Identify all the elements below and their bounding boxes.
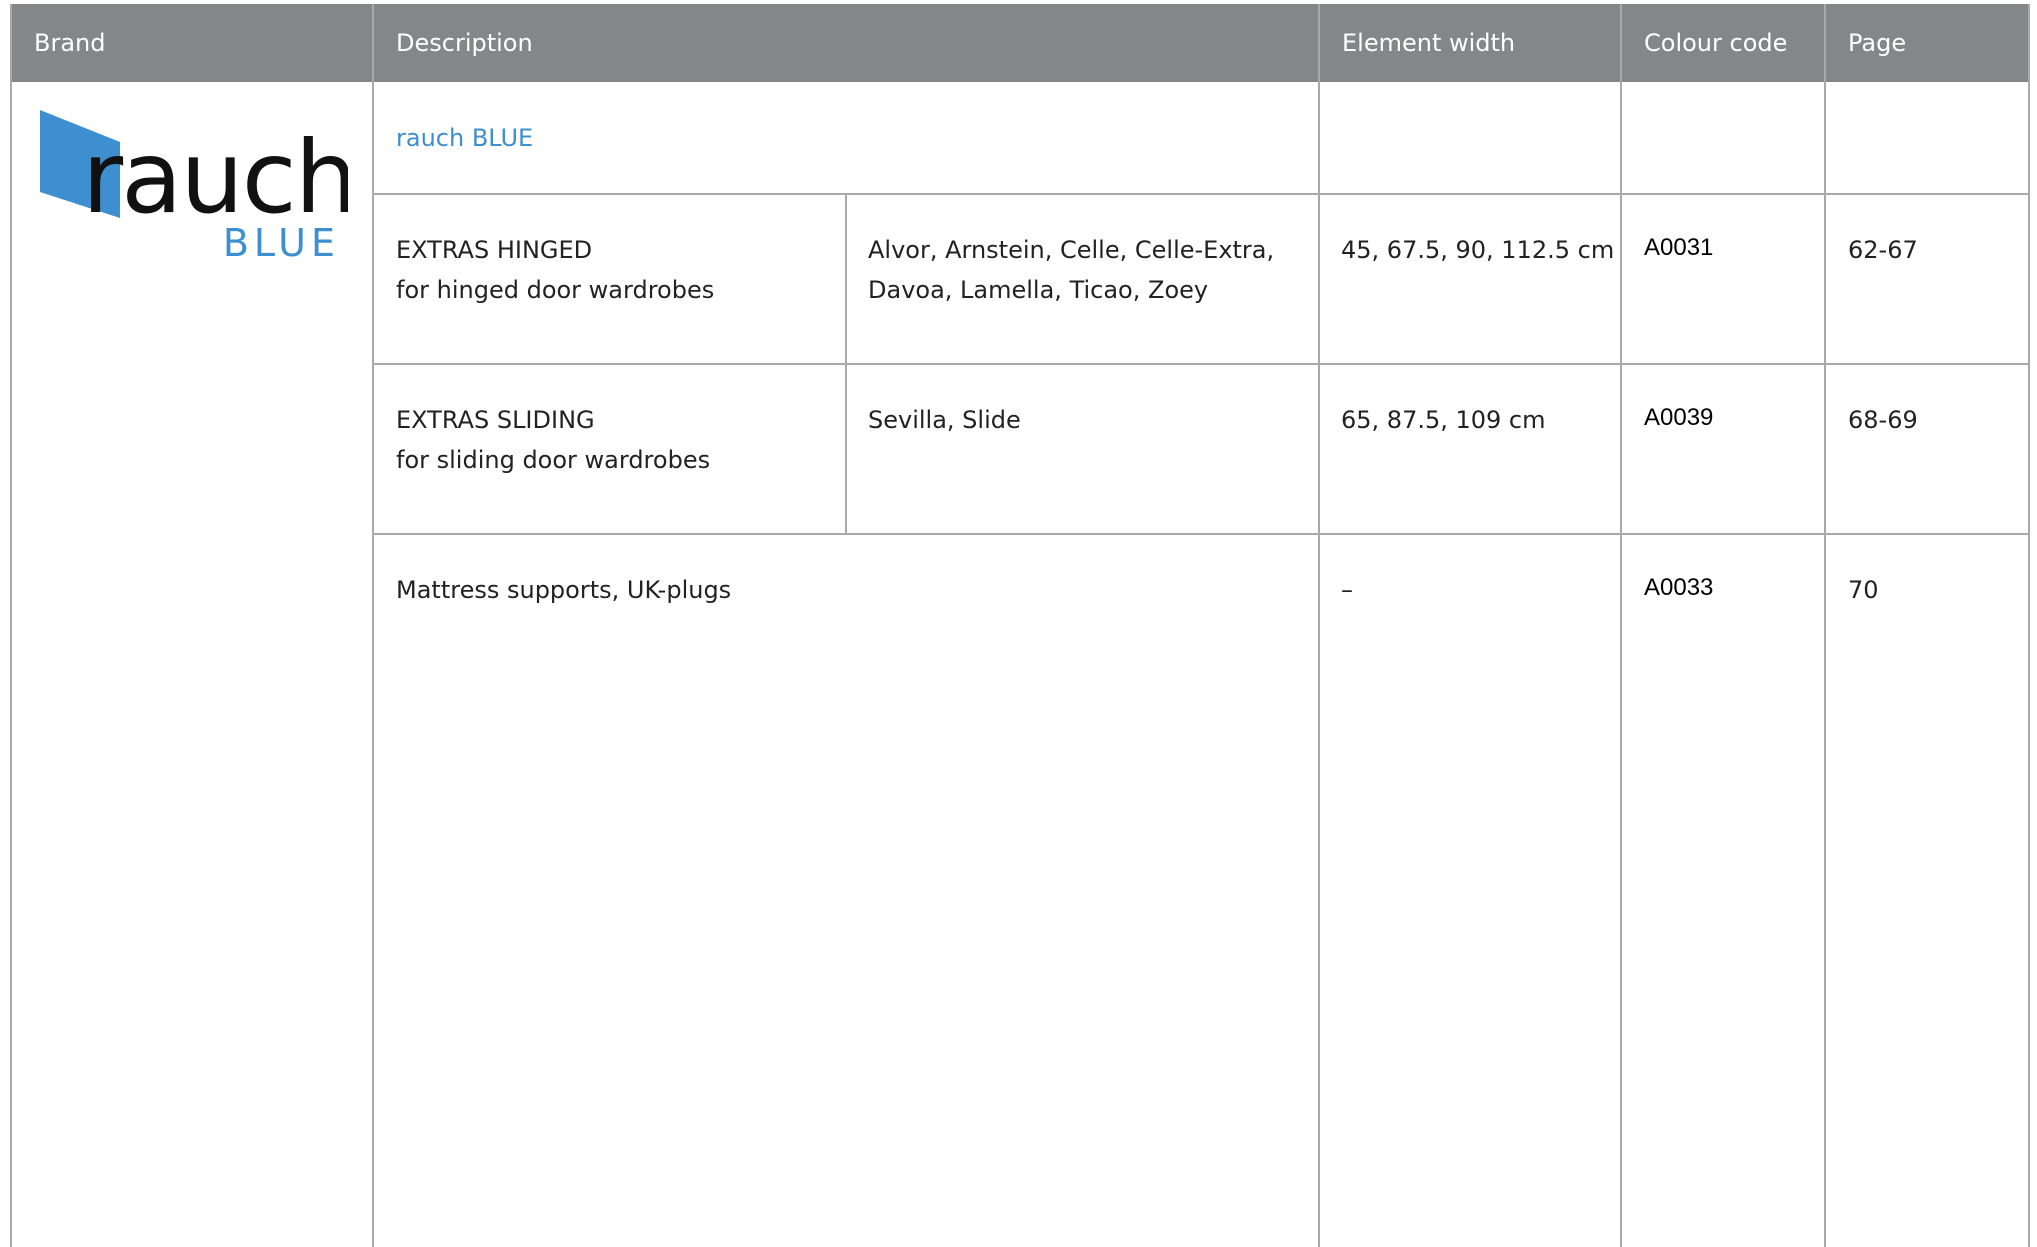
header-description: Description: [396, 29, 533, 57]
row-colour-code: A0039: [1644, 404, 1714, 431]
row-brand-title: rauch BLUE: [396, 124, 534, 152]
header-colour-code: Colour code: [1644, 29, 1788, 57]
row-page: 70: [1848, 576, 1879, 604]
row-description: Mattress supports, UK-plugs: [396, 576, 732, 604]
row-subtitle: for sliding door wardrobes: [396, 446, 711, 474]
grid-line: [372, 193, 2030, 195]
row-colour-code: A0033: [1644, 574, 1714, 601]
rauch-blue-logo: rauch BLUE: [40, 110, 348, 265]
grid-line: [372, 533, 2030, 535]
row-subtitle: for hinged door wardrobes: [396, 276, 715, 304]
row-element-width: 65, 87.5, 109 cm: [1341, 406, 1546, 434]
header-element-width: Element width: [1342, 29, 1516, 57]
row-models: Alvor, Arnstein, Celle, Celle-Extra,: [868, 236, 1275, 264]
row-models: Davoa, Lamella, Ticao, Zoey: [868, 276, 1209, 304]
row-colour-code: A0031: [1644, 234, 1714, 261]
row-element-width: –: [1341, 576, 1353, 604]
grid-line: [1620, 4, 1622, 1247]
svg-text:rauch: rauch: [82, 119, 348, 236]
row-title: EXTRAS HINGED: [396, 236, 593, 264]
row-page: 68-69: [1848, 406, 1918, 434]
row-page: 62-67: [1848, 236, 1918, 264]
row-title: EXTRAS SLIDING: [396, 406, 595, 434]
grid-line: [2028, 4, 2030, 1247]
grid-line: [372, 363, 2030, 365]
header-brand: Brand: [34, 29, 106, 57]
grid-line: [1824, 4, 1826, 1247]
grid-line: [1318, 4, 1320, 1247]
grid-line: [10, 4, 12, 1247]
row-models: Sevilla, Slide: [868, 406, 1021, 434]
svg-text:BLUE: BLUE: [223, 221, 340, 265]
grid-line: [372, 4, 374, 1247]
row-element-width: 45, 67.5, 90, 112.5 cm: [1341, 236, 1615, 264]
header-page: Page: [1848, 29, 1907, 57]
